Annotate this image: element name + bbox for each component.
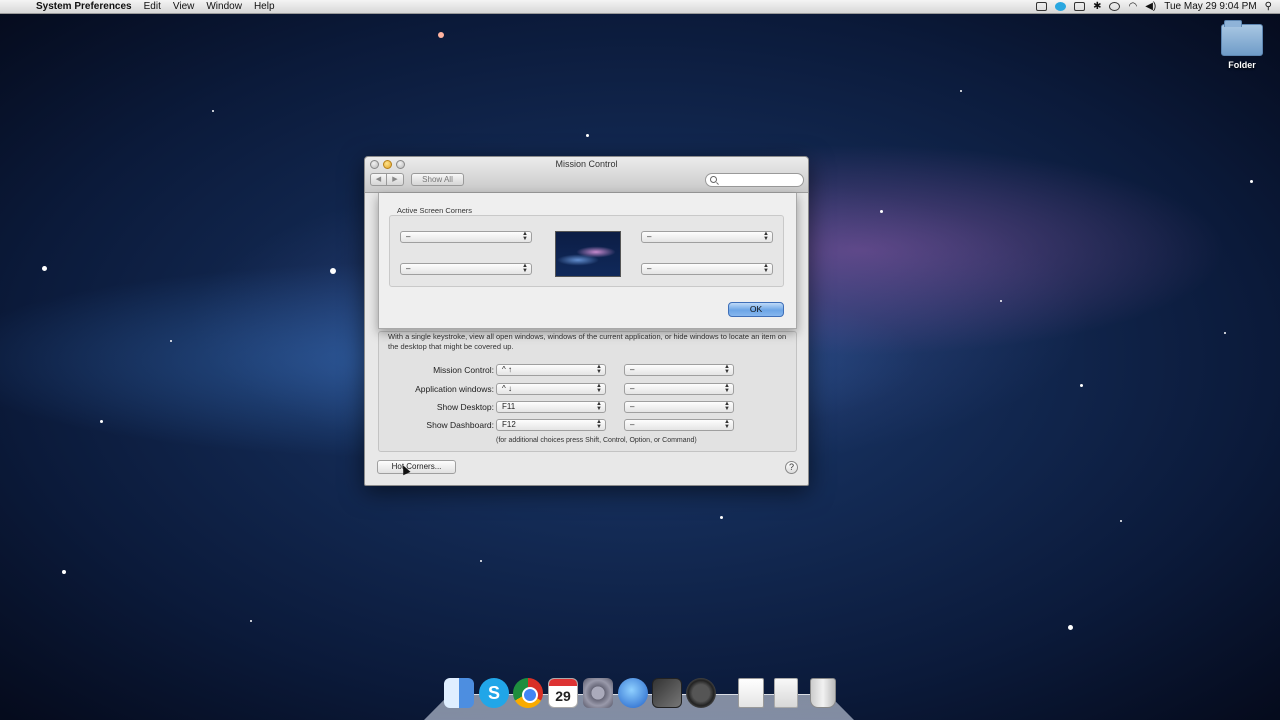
modifier-hint: (for additional choices press Shift, Con… xyxy=(496,437,697,444)
show-all-button[interactable]: Show All xyxy=(411,173,464,186)
time-machine-icon[interactable] xyxy=(1109,2,1121,11)
show-dashboard-modifier-popup[interactable]: – ▲ ▼ xyxy=(624,419,734,431)
popup-value: – xyxy=(406,264,411,273)
popup-value: – xyxy=(630,402,635,411)
popup-value: F11 xyxy=(502,402,516,411)
popup-value: F12 xyxy=(502,420,516,429)
popup-value: – xyxy=(630,420,635,429)
chrome-icon[interactable] xyxy=(513,678,543,708)
popup-value: ^ ↓ xyxy=(502,384,512,393)
search-field[interactable] xyxy=(705,173,804,187)
help-button[interactable]: ? xyxy=(785,461,798,474)
status-area: ✱ ◠ ◀) Tue May 29 9:04 PM ⚲ xyxy=(1036,1,1280,12)
sheet-title: Active Screen Corners xyxy=(397,206,473,215)
recording-icon[interactable] xyxy=(1036,2,1048,11)
wifi-icon[interactable]: ◠ xyxy=(1128,2,1137,12)
window-title: Mission Control xyxy=(555,159,618,169)
screen-preview-thumbnail xyxy=(555,231,621,277)
show-desktop-key-popup[interactable]: F11 ▲ ▼ xyxy=(496,401,606,413)
popup-value: – xyxy=(647,264,652,273)
desktop-folder-label: Folder xyxy=(1228,60,1256,70)
skype-icon[interactable]: S xyxy=(479,678,509,708)
imovie-icon[interactable] xyxy=(686,678,716,708)
finder-icon[interactable] xyxy=(444,678,474,708)
skype-status-icon[interactable] xyxy=(1055,2,1067,11)
menu-window[interactable]: Window xyxy=(200,0,248,14)
popup-arrows-icon: ▲ ▼ xyxy=(596,401,602,412)
application-windows-modifier-popup[interactable]: – ▲ ▼ xyxy=(624,383,734,395)
mission-control-modifier-popup[interactable]: – ▲ ▼ xyxy=(624,364,734,376)
hot-corners-sheet: Active Screen Corners – ▲ ▼ – ▲ ▼ – ▲ ▼ – ▲ ▼ OK xyxy=(378,193,797,329)
hot-corners-button[interactable]: Hot Corners... xyxy=(377,460,456,474)
mission-control-key-popup[interactable]: ^ ↑ ▲ ▼ xyxy=(496,364,606,376)
dock: S 29 xyxy=(424,676,854,720)
show-dashboard-label: Show Dashboard: xyxy=(426,420,494,430)
spotlight-icon[interactable]: ⚲ xyxy=(1265,2,1272,12)
popup-arrows-icon: ▲ ▼ xyxy=(724,364,730,375)
application-windows-key-popup[interactable]: ^ ↓ ▲ ▼ xyxy=(496,383,606,395)
trash-icon[interactable] xyxy=(810,678,836,708)
popup-arrows-icon: ▲ ▼ xyxy=(596,383,602,394)
display-icon[interactable] xyxy=(1074,2,1086,11)
popup-value: – xyxy=(630,384,635,393)
popup-arrows-icon: ▲ ▼ xyxy=(763,231,769,242)
corner-top-left-popup[interactable]: – ▲ ▼ xyxy=(400,231,532,243)
mission-control-label: Mission Control: xyxy=(433,365,494,375)
menu-system-preferences[interactable]: System Preferences xyxy=(30,0,138,14)
show-desktop-label: Show Desktop: xyxy=(436,402,494,412)
popup-arrows-icon: ▲ ▼ xyxy=(522,231,528,242)
desktop-folder[interactable]: Folder xyxy=(1216,20,1268,70)
final-cut-icon[interactable] xyxy=(652,678,682,708)
forward-button[interactable]: ▶ xyxy=(387,173,404,186)
popup-arrows-icon: ▲ ▼ xyxy=(724,383,730,394)
popup-arrows-icon: ▲ ▼ xyxy=(763,263,769,274)
search-icon xyxy=(710,176,717,183)
window-titlebar[interactable]: Mission Control ◀ ▶ Show All xyxy=(365,157,808,193)
menu-help[interactable]: Help xyxy=(248,0,281,14)
show-desktop-modifier-popup[interactable]: – ▲ ▼ xyxy=(624,401,734,413)
popup-arrows-icon: ▲ ▼ xyxy=(522,263,528,274)
ok-button[interactable]: OK xyxy=(728,302,784,317)
row-application-windows: Application windows: xyxy=(365,383,494,395)
menu-clock[interactable]: Tue May 29 9:04 PM xyxy=(1164,1,1256,12)
row-show-dashboard: Show Dashboard: xyxy=(365,419,494,431)
folder-icon xyxy=(1221,20,1263,56)
volume-icon[interactable]: ◀) xyxy=(1145,2,1156,12)
row-mission-control: Mission Control: xyxy=(365,364,494,376)
show-dashboard-key-popup[interactable]: F12 ▲ ▼ xyxy=(496,419,606,431)
documents-icon[interactable] xyxy=(738,678,764,708)
itunes-icon[interactable] xyxy=(618,678,648,708)
corner-bottom-left-popup[interactable]: – ▲ ▼ xyxy=(400,263,532,275)
popup-arrows-icon: ▲ ▼ xyxy=(596,364,602,375)
back-button[interactable]: ◀ xyxy=(370,173,387,186)
applications-icon[interactable] xyxy=(774,678,798,708)
row-show-desktop: Show Desktop: xyxy=(365,401,494,413)
menu-view[interactable]: View xyxy=(167,0,201,14)
bluetooth-icon[interactable]: ✱ xyxy=(1093,2,1101,12)
corner-top-right-popup[interactable]: – ▲ ▼ xyxy=(641,231,773,243)
shortcuts-description: With a single keystroke, view all open w… xyxy=(388,332,787,351)
calendar-icon[interactable]: 29 xyxy=(548,678,578,708)
popup-value: ^ ↑ xyxy=(502,365,512,374)
popup-value: – xyxy=(647,232,652,241)
menu-edit[interactable]: Edit xyxy=(138,0,167,14)
popup-arrows-icon: ▲ ▼ xyxy=(724,401,730,412)
popup-value: – xyxy=(406,232,411,241)
menu-bar: System Preferences Edit View Window Help… xyxy=(0,0,1280,14)
corner-bottom-right-popup[interactable]: – ▲ ▼ xyxy=(641,263,773,275)
calendar-day: 29 xyxy=(555,688,571,704)
nav-buttons: ◀ ▶ xyxy=(370,173,404,186)
popup-value: – xyxy=(630,365,635,374)
system-preferences-icon[interactable] xyxy=(583,678,613,708)
popup-arrows-icon: ▲ ▼ xyxy=(596,419,602,430)
popup-arrows-icon: ▲ ▼ xyxy=(724,419,730,430)
application-windows-label: Application windows: xyxy=(415,384,494,394)
